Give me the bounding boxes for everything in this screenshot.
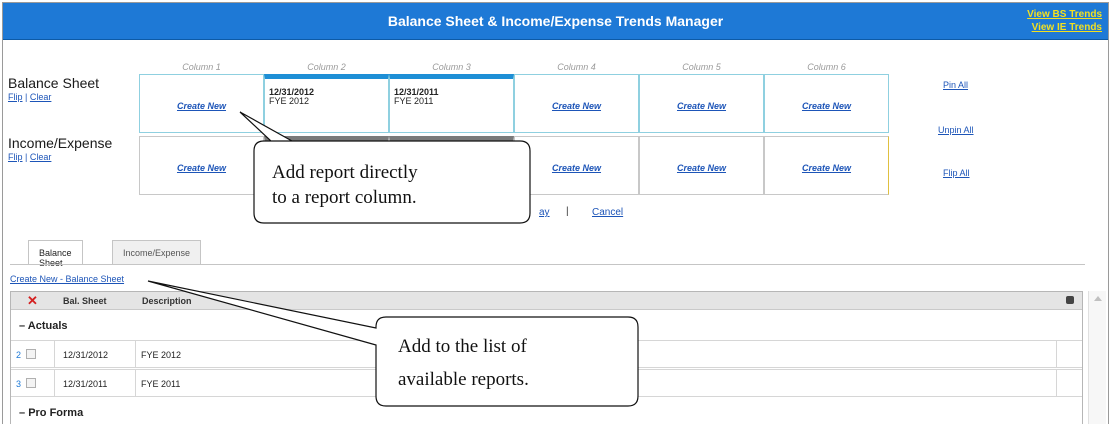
callout-layer	[147, 111, 639, 407]
callout-top-line-2: to a report column.	[272, 187, 417, 208]
callout-bottom-line-2: available reports.	[398, 369, 529, 390]
callout-top-text: Add report directly to a report column.	[272, 160, 418, 210]
callout-bottom-line-1: Add to the list of	[398, 336, 527, 357]
callout-bottom-text: Add to the list of available reports.	[398, 330, 529, 396]
callout-bottom-bubble	[147, 280, 639, 407]
callout-top-line-1: Add report directly	[272, 162, 418, 183]
